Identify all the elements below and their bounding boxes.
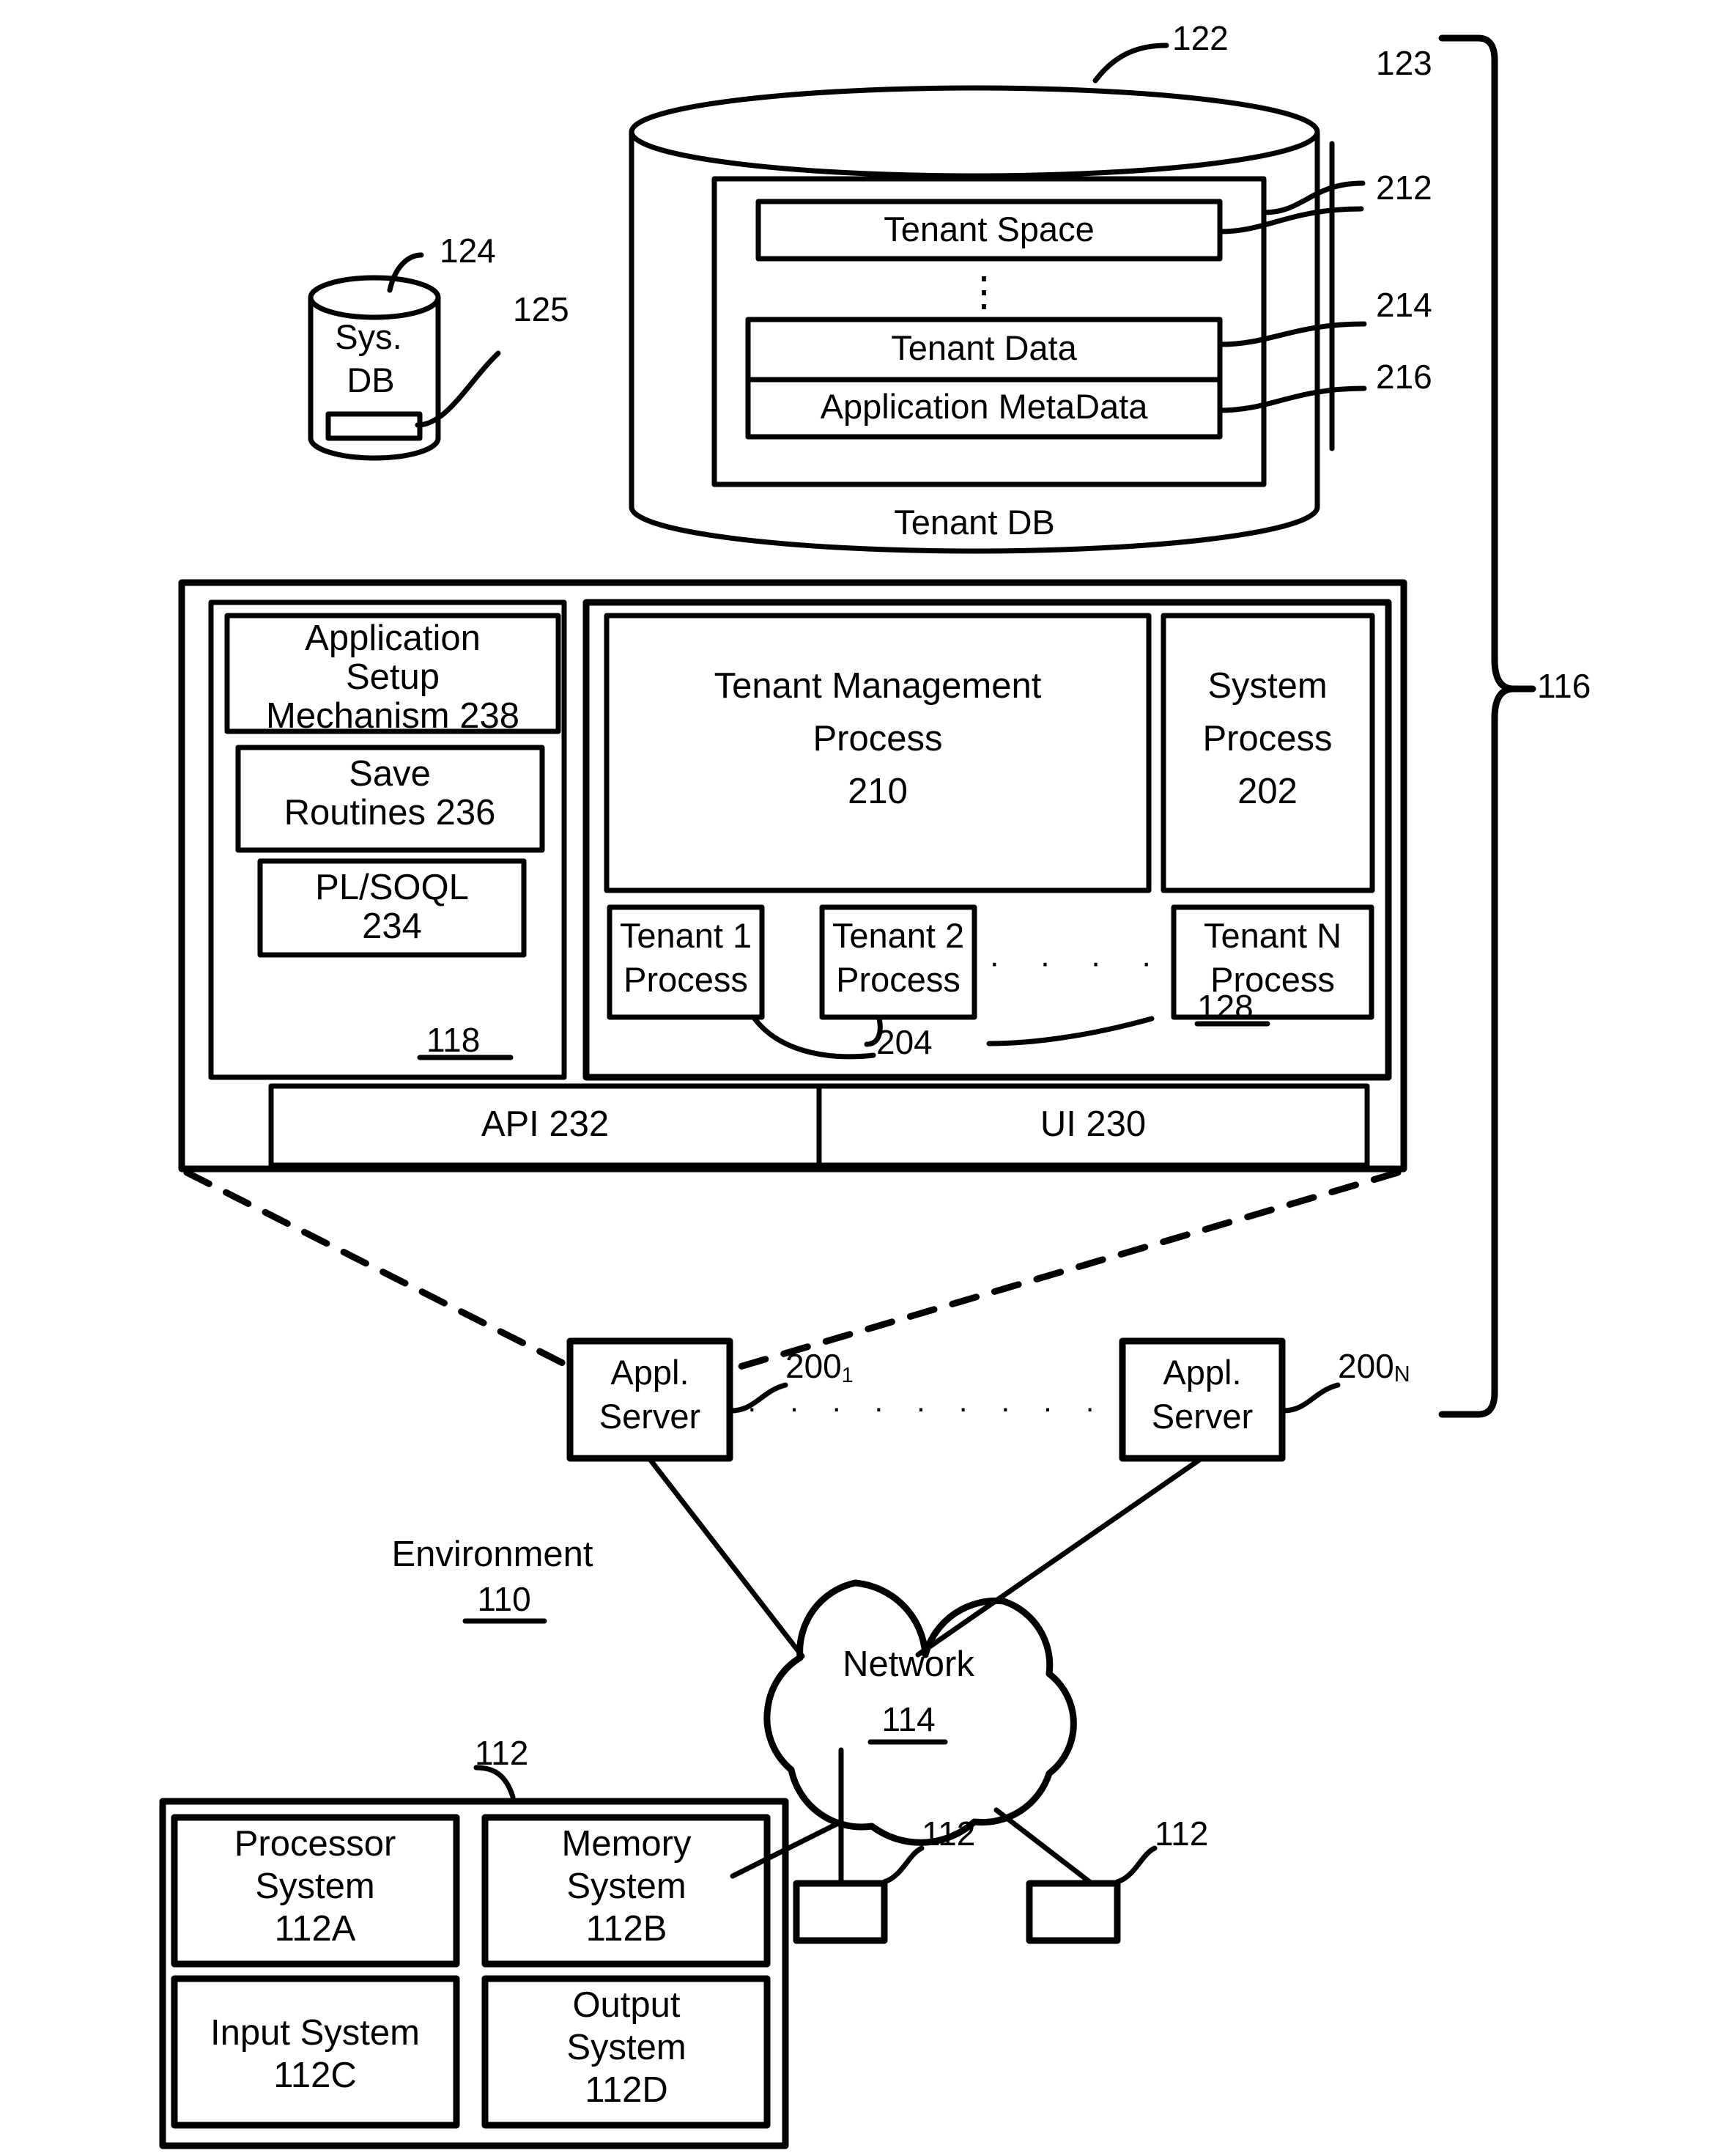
- sys-db-inner-slot: [325, 411, 423, 441]
- application-setup-mechanism-line1: Application: [305, 619, 481, 658]
- leader-212: [1217, 206, 1364, 235]
- appl-server-n-line2: Server: [1151, 1397, 1254, 1436]
- tenant-2-process-line1: Tenant 2: [832, 916, 965, 955]
- memory-system-line2: System: [566, 1867, 686, 1906]
- tenant-2-process-line2: Process: [836, 960, 961, 999]
- ref-122: 122: [1172, 19, 1229, 57]
- tenant-space-ellipsis: ⋮: [963, 268, 1004, 314]
- patent-figure: 122 123 212 214 216 Tenant Space ⋮ Tenan…: [0, 0, 1721, 2156]
- tenant-data-label: Tenant Data: [891, 328, 1077, 367]
- ref-112-user-system: 112: [475, 1734, 529, 1772]
- leader-112-terminal2: [1114, 1845, 1158, 1885]
- input-system-line2: 112C: [273, 2056, 357, 2095]
- application-setup-mechanism-line3: Mechanism 238: [266, 696, 519, 736]
- tenant-db-label: Tenant DB: [894, 503, 1055, 542]
- ref-125: 125: [513, 290, 569, 328]
- sys-db-label-line1: Sys.: [335, 317, 402, 356]
- leader-204-c: [986, 1016, 1155, 1046]
- tenant-space-label: Tenant Space: [884, 210, 1095, 248]
- ref-200-1-base: 200: [785, 1347, 842, 1385]
- system-process-line2: Process: [1202, 719, 1333, 758]
- network-label: Network: [843, 1644, 974, 1684]
- tenant-management-process-line2: Process: [813, 719, 943, 758]
- tenant-1-process-line1: Tenant 1: [619, 916, 752, 955]
- tenant-1-process-line2: Process: [623, 960, 748, 999]
- system-process-line3: 202: [1237, 772, 1298, 811]
- appl-server-1-line1: Appl.: [610, 1353, 689, 1392]
- pl-soql-line1: PL/SOQL: [315, 868, 469, 907]
- processor-system-line2: System: [255, 1867, 375, 1906]
- leader-125: [415, 350, 501, 428]
- tenant-management-process-line3: 210: [848, 772, 908, 811]
- ref-128: 128: [1197, 988, 1254, 1026]
- appl-server-ellipsis: · · · · · · · · ·: [747, 1390, 1107, 1425]
- application-metadata-label: Application MetaData: [820, 387, 1148, 426]
- tenant-management-process-line1: Tenant Management: [714, 666, 1042, 706]
- leader-200-n: [1281, 1382, 1341, 1414]
- user-terminal-1: [793, 1880, 888, 1944]
- ref-200-n-sub: N: [1394, 1362, 1410, 1387]
- output-system-line2: System: [566, 2028, 686, 2067]
- memory-system-line3: 112B: [585, 1909, 667, 1949]
- system-process-line1: System: [1207, 666, 1328, 706]
- ref-204: 204: [876, 1023, 933, 1061]
- ref-212: 212: [1376, 169, 1432, 207]
- tenant-process-ellipsis: · · · ·: [989, 945, 1159, 981]
- tenant-n-process-line1: Tenant N: [1203, 916, 1342, 955]
- leader-216: [1217, 385, 1367, 413]
- user-terminal-2: [1026, 1880, 1121, 1944]
- system-bracket-116: [1438, 34, 1517, 1418]
- save-routines-line2: Routines 236: [284, 793, 496, 833]
- memory-system-line1: Memory: [561, 1824, 692, 1864]
- processor-system-line1: Processor: [234, 1824, 396, 1864]
- ref-200-n: 200N: [1338, 1347, 1410, 1387]
- sys-db-label-line2: DB: [347, 361, 395, 399]
- input-system-line1: Input System: [210, 2013, 420, 2053]
- output-system-line1: Output: [572, 1985, 681, 2025]
- ref-214: 214: [1376, 286, 1432, 324]
- ref-112-terminal-2: 112: [1155, 1814, 1209, 1853]
- environment-label: Environment: [391, 1535, 593, 1574]
- ref-123: 123: [1376, 44, 1432, 82]
- output-system-line3: 112D: [585, 2070, 668, 2110]
- api-label: API 232: [481, 1104, 610, 1144]
- leader-122: [1092, 43, 1169, 84]
- leader-112-usersystem: [473, 1765, 516, 1800]
- link-server1-network: [646, 1455, 805, 1659]
- leader-214: [1217, 321, 1367, 347]
- ref-112-terminal-1: 112: [922, 1814, 976, 1853]
- leader-204-a: [752, 1016, 876, 1060]
- application-setup-mechanism-line2: Setup: [345, 657, 440, 697]
- ref-200-1: 2001: [785, 1347, 854, 1388]
- ref-116: 116: [1537, 667, 1591, 705]
- ref-124: 124: [440, 232, 496, 270]
- ref-200-n-base: 200: [1338, 1347, 1394, 1385]
- ref-200-1-sub: 1: [841, 1364, 854, 1388]
- pl-soql-line2: 234: [362, 907, 422, 946]
- save-routines-line1: Save: [349, 754, 431, 794]
- ref-118: 118: [426, 1021, 481, 1059]
- appl-server-n-line1: Appl.: [1163, 1353, 1242, 1392]
- leader-112-terminal1: [881, 1845, 925, 1885]
- ref-110: 110: [477, 1580, 531, 1618]
- appl-server-1-line2: Server: [599, 1397, 701, 1436]
- ref-216: 216: [1376, 358, 1432, 396]
- expansion-line-right: [736, 1169, 1402, 1370]
- expansion-line-left: [183, 1169, 574, 1370]
- processor-system-line3: 112A: [274, 1909, 356, 1949]
- link-servern-network: [915, 1455, 1204, 1658]
- link-network-terminal2: [993, 1807, 1095, 1886]
- ref-114: 114: [881, 1700, 936, 1738]
- ui-label: UI 230: [1040, 1104, 1147, 1144]
